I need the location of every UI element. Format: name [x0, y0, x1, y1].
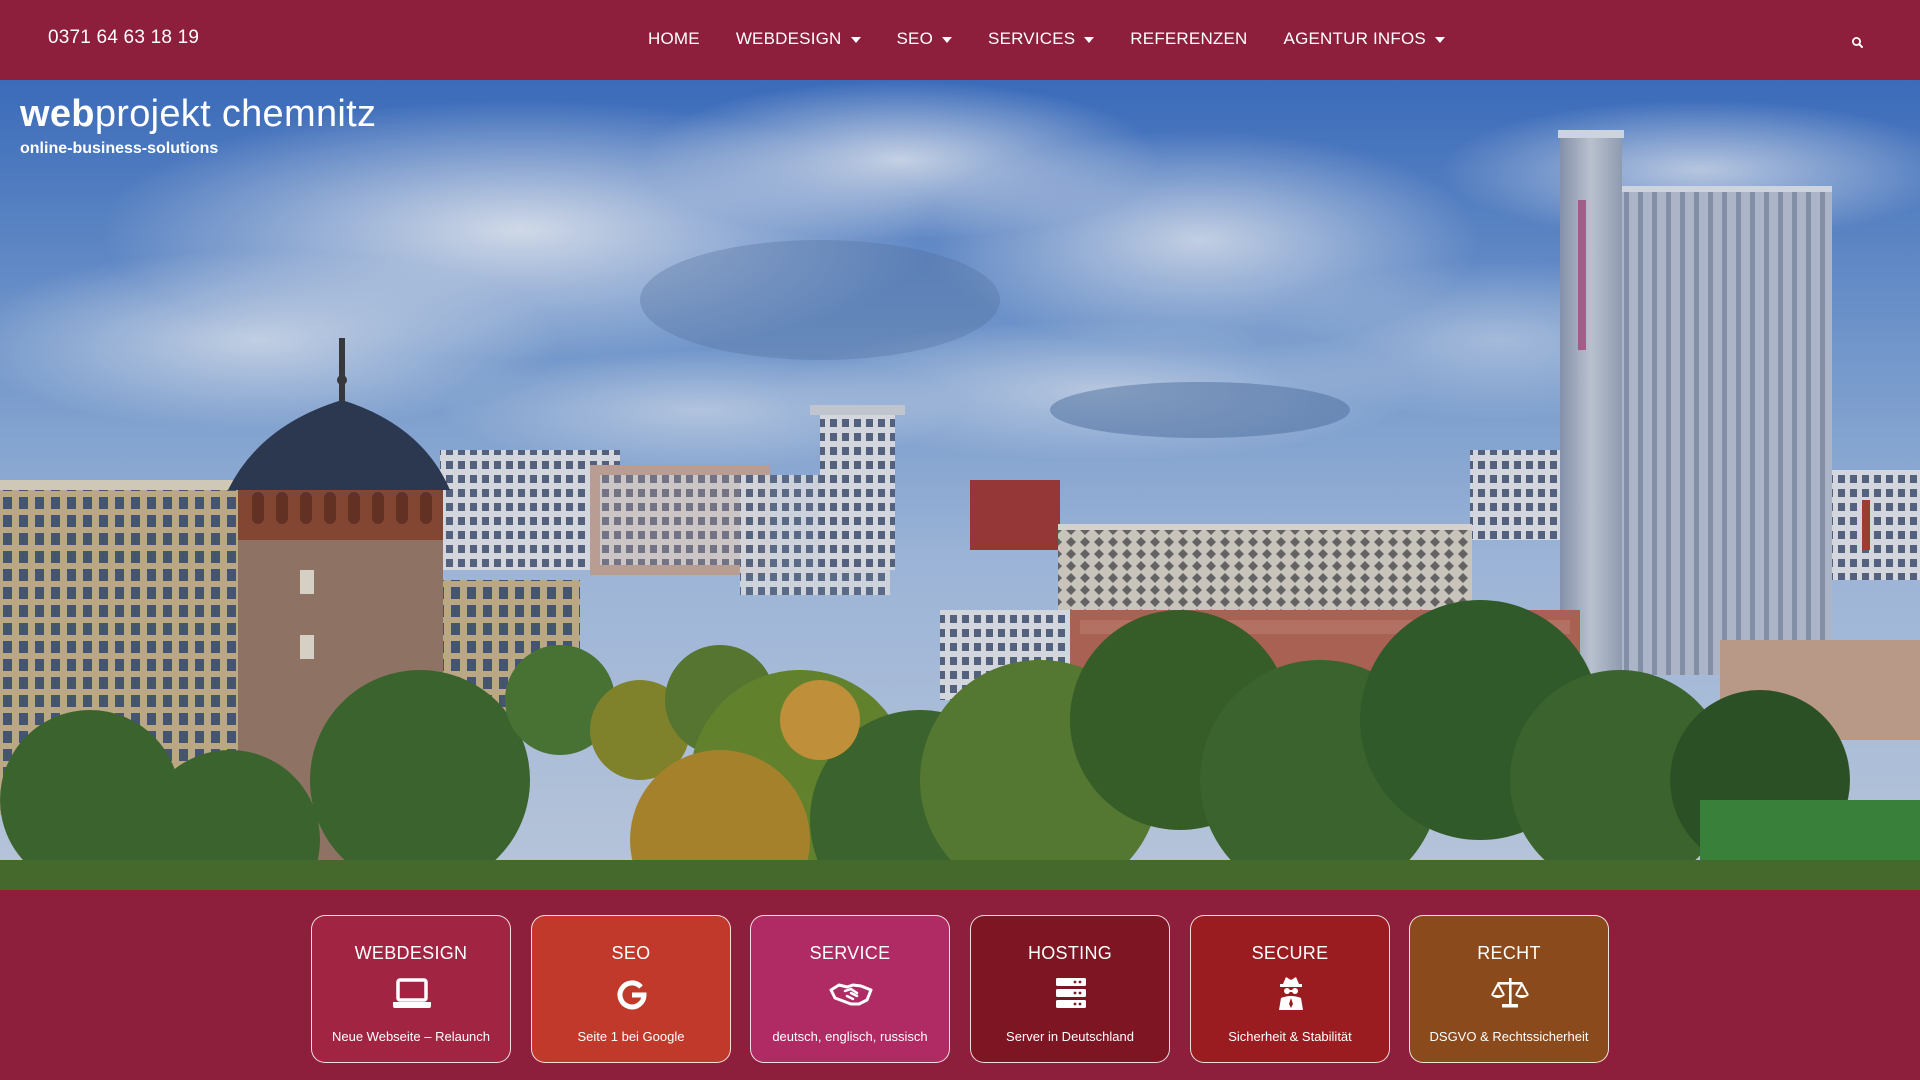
- scale-icon: [1491, 978, 1529, 1008]
- card-seo[interactable]: SEO Seite 1 bei Google: [531, 915, 731, 1063]
- card-recht[interactable]: RECHT DSGVO & Rechtssicherheit: [1409, 915, 1609, 1063]
- top-bar: 0371 64 63 18 19 HOME WEBDESIGN SEO SERV…: [0, 0, 1920, 80]
- nav-item-webdesign[interactable]: WEBDESIGN: [718, 19, 879, 59]
- search-icon: [1852, 37, 1863, 48]
- nav-label: WEBDESIGN: [735, 29, 842, 48]
- service-cards: WEBDESIGN Neue Webseite – Relaunch SEO S…: [0, 890, 1920, 1080]
- nav-item-seo[interactable]: SEO: [879, 19, 971, 59]
- nav-label: SEO: [896, 29, 934, 48]
- card-subtitle: Server in Deutschland: [1006, 1029, 1134, 1044]
- card-title: WEBDESIGN: [354, 943, 468, 963]
- nav-label: HOME: [648, 29, 700, 48]
- chevron-down-icon: [1434, 37, 1445, 43]
- chevron-down-icon: [942, 37, 953, 43]
- server-icon: [1056, 978, 1086, 1008]
- card-title: SERVICE: [809, 943, 891, 963]
- nav-item-agentur-infos[interactable]: AGENTUR INFOS: [1266, 19, 1463, 59]
- card-title: RECHT: [1477, 943, 1541, 963]
- handshake-icon: [829, 983, 873, 1006]
- card-secure[interactable]: SECURE Sicherheit & Stabilität: [1190, 915, 1390, 1063]
- chevron-down-icon: [1084, 37, 1095, 43]
- card-subtitle: Sicherheit & Stabilität: [1228, 1029, 1352, 1044]
- main-nav: HOME WEBDESIGN SEO SERVICES REFERENZEN A…: [630, 0, 1463, 80]
- brand-tagline: online-business-solutions: [20, 140, 219, 157]
- card-webdesign[interactable]: WEBDESIGN Neue Webseite – Relaunch: [311, 915, 511, 1063]
- laptop-icon: [393, 978, 431, 1008]
- card-title: SECURE: [1251, 943, 1329, 963]
- brand-name: webprojekt chemnitz: [20, 94, 376, 134]
- nav-item-home[interactable]: HOME: [630, 19, 718, 59]
- phone-number-link[interactable]: 0371 64 63 18 19: [48, 27, 199, 49]
- brand-name-bold: web: [20, 93, 95, 135]
- chemnitz-skyline-image: [0, 80, 1920, 890]
- card-subtitle: DSGVO & Rechtssicherheit: [1429, 1029, 1589, 1044]
- card-subtitle: Seite 1 bei Google: [577, 1029, 685, 1044]
- spy-icon: [1279, 977, 1303, 1010]
- hero-banner: webprojekt chemnitz online-business-solu…: [0, 80, 1920, 890]
- card-subtitle: deutsch, englisch, russisch: [772, 1029, 928, 1044]
- nav-label: REFERENZEN: [1130, 29, 1248, 48]
- card-service[interactable]: SERVICE deutsch, englisch, russisch: [750, 915, 950, 1063]
- card-subtitle: Neue Webseite – Relaunch: [331, 1029, 491, 1044]
- search-button[interactable]: [1845, 30, 1871, 56]
- card-hosting[interactable]: HOSTING Server in Deutschland: [970, 915, 1170, 1063]
- card-title: HOSTING: [1027, 943, 1113, 963]
- nav-item-services[interactable]: SERVICES: [970, 19, 1112, 59]
- brand-name-rest: projekt chemnitz: [94, 93, 377, 135]
- brand-logo[interactable]: webprojekt chemnitz online-business-solu…: [20, 94, 376, 158]
- nav-label: SERVICES: [988, 29, 1076, 48]
- card-title: SEO: [611, 943, 651, 963]
- chevron-down-icon: [850, 37, 861, 43]
- google-icon: [617, 980, 647, 1010]
- nav-item-referenzen[interactable]: REFERENZEN: [1112, 19, 1265, 59]
- nav-label: AGENTUR INFOS: [1283, 29, 1426, 48]
